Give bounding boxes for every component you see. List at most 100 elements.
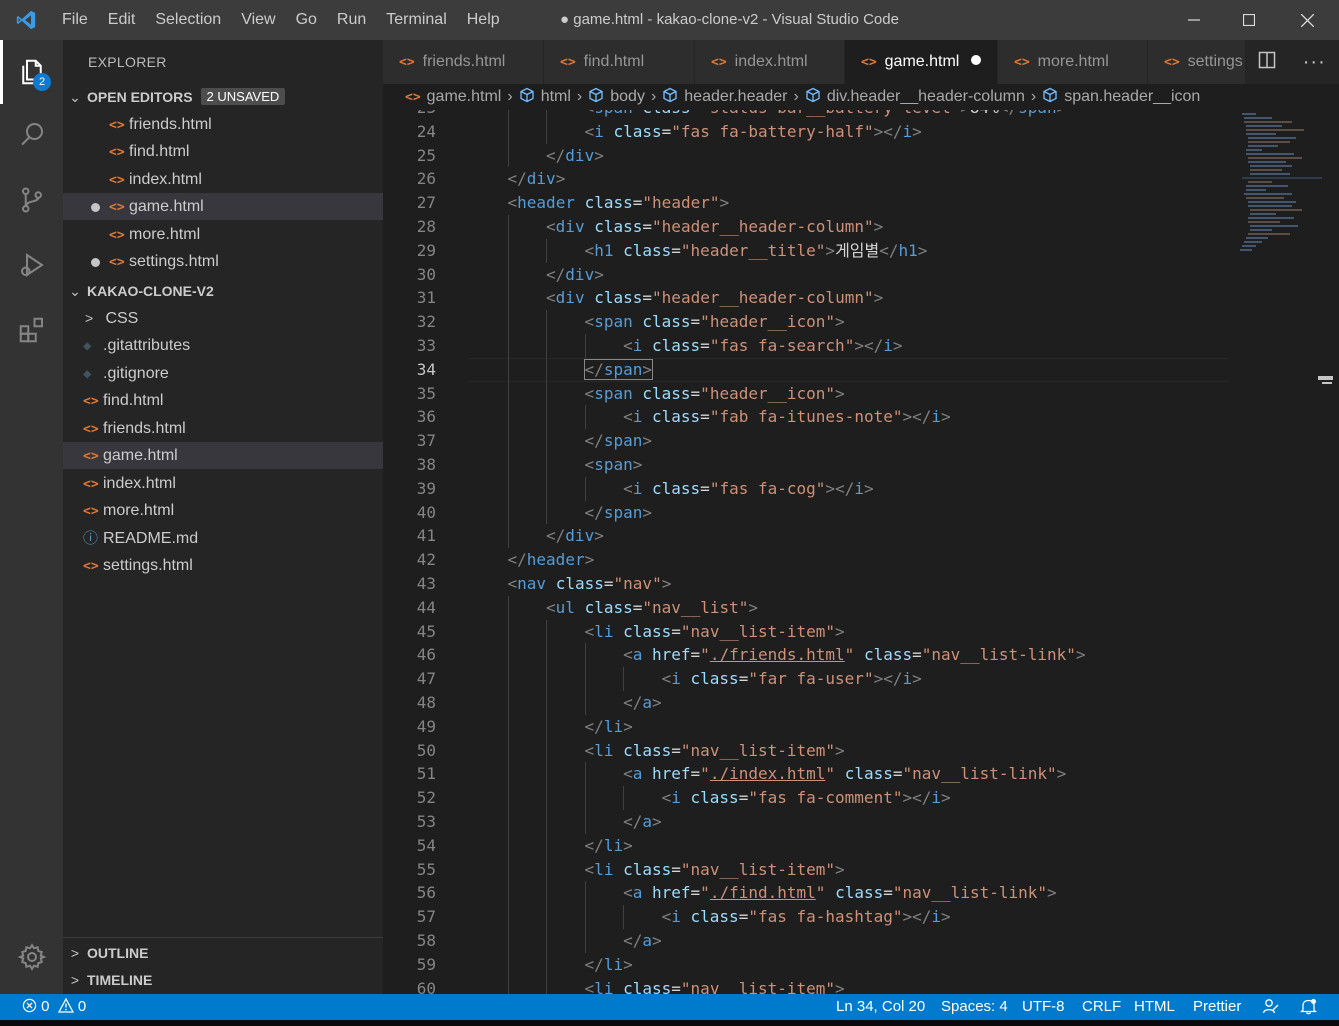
code-text[interactable]: <a href="./find.html" class="nav__list-l… (623, 881, 1057, 905)
run-debug-icon[interactable] (0, 235, 63, 295)
code-text[interactable]: <span class="status-bar__battery-level">… (585, 110, 1067, 120)
split-editor-icon[interactable] (1258, 51, 1276, 74)
breadcrumb-item[interactable]: header.header (662, 84, 787, 110)
code-text[interactable]: </div> (546, 144, 604, 168)
code-text[interactable]: </header> (508, 548, 595, 572)
source-control-icon[interactable] (0, 170, 63, 230)
code-text[interactable]: </span> (585, 429, 652, 453)
minimap[interactable] (1232, 110, 1322, 260)
code-text[interactable]: <nav class="nav"> (508, 572, 672, 596)
menu-file[interactable]: File (52, 0, 98, 40)
code-text[interactable]: <div class="header__header-column"> (546, 286, 883, 310)
scrollbar-cursor-marker[interactable] (1318, 376, 1333, 380)
open-editor-item[interactable]: <> friends.html (63, 111, 383, 138)
code-text[interactable]: <li class="nav__list-item"> (585, 977, 845, 994)
code-text[interactable]: <li class="nav__list-item"> (585, 739, 845, 763)
menu-help[interactable]: Help (457, 0, 510, 40)
code-text[interactable]: </a> (623, 929, 662, 953)
maximize-icon[interactable] (1220, 0, 1278, 40)
menu-run[interactable]: Run (327, 0, 376, 40)
code-text[interactable]: <a href="./index.html" class="nav__list-… (623, 762, 1066, 786)
breadcrumb-item[interactable]: span.header__icon (1042, 84, 1200, 110)
gear-icon[interactable] (0, 927, 63, 987)
tab-friends[interactable]: <> friends.html (383, 40, 544, 84)
code-text[interactable]: </li> (585, 953, 633, 977)
code-text[interactable]: <i class="fas fa-battery-half"></i> (585, 120, 922, 144)
file-item[interactable]: ◆ .gitignore (63, 360, 383, 387)
line-ending[interactable]: CRLF (1082, 994, 1121, 1020)
unsaved-dot-icon[interactable] (91, 258, 100, 267)
encoding[interactable]: UTF-8 (1022, 994, 1065, 1020)
indentation[interactable]: Spaces: 4 (941, 994, 1008, 1020)
cursor-position[interactable]: Ln 34, Col 20 (836, 994, 925, 1020)
code-text[interactable]: <i class="fas fa-hashtag"></i> (662, 905, 951, 929)
open-editor-item[interactable]: <> settings.html (63, 248, 383, 275)
scrollbar-cursor-marker[interactable] (1322, 382, 1332, 384)
code-text[interactable]: <ul class="nav__list"> (546, 596, 758, 620)
file-item[interactable]: <> settings.html (63, 552, 383, 579)
code-text[interactable]: </div> (508, 167, 566, 191)
code-text[interactable]: </span> (583, 358, 653, 382)
menu-terminal[interactable]: Terminal (376, 0, 456, 40)
code-text[interactable]: </li> (585, 834, 633, 858)
menu-edit[interactable]: Edit (98, 0, 146, 40)
code-text[interactable]: <div class="header__header-column"> (546, 215, 883, 239)
extensions-icon[interactable] (0, 300, 63, 360)
tab-more[interactable]: <> more.html (998, 40, 1148, 84)
breadcrumb-item[interactable]: body (588, 84, 645, 110)
code-text[interactable]: </a> (623, 810, 662, 834)
code-text[interactable]: <i class="fas fa-comment"></i> (662, 786, 951, 810)
outline-header[interactable]: > OUTLINE (63, 940, 383, 966)
language-mode[interactable]: HTML (1134, 994, 1175, 1020)
open-editor-item[interactable]: <> more.html (63, 221, 383, 248)
file-item[interactable]: <> index.html (63, 470, 383, 497)
open-editors-header[interactable]: ⌄ OPEN EDITORS 2 UNSAVED (63, 84, 383, 110)
unsaved-dot-icon[interactable] (971, 55, 982, 65)
code-text[interactable]: <h1 class="header__title">게임별</h1> (585, 239, 928, 263)
file-item[interactable]: ⓘ README.md (63, 525, 383, 552)
code-text[interactable]: <i class="fas fa-search"></i> (623, 334, 902, 358)
code-text[interactable]: <span class="header__icon"> (585, 310, 845, 334)
problems-indicator[interactable]: 0 0 (22, 994, 86, 1020)
breadcrumb-item[interactable]: div.header__header-column (805, 84, 1025, 110)
open-editor-item[interactable]: <> index.html (63, 166, 383, 193)
tab-index[interactable]: <> index.html (695, 40, 845, 84)
breadcrumb-item[interactable]: html (519, 84, 571, 110)
code-text[interactable]: <a href="./friends.html" class="nav__lis… (623, 643, 1085, 667)
code-editor[interactable]: 23 <span class="status-bar__battery-level… (383, 110, 1339, 994)
code-text[interactable]: </span> (585, 501, 652, 525)
file-item[interactable]: ◆ .gitattributes (63, 332, 383, 359)
breadcrumb-item[interactable]: <> game.html (405, 84, 501, 110)
file-item[interactable]: <> game.html (63, 442, 383, 469)
code-text[interactable]: <i class="fas fa-cog"></i> (623, 477, 874, 501)
code-text[interactable]: <span> (585, 453, 643, 477)
code-text[interactable]: <span class="header__icon"> (585, 382, 845, 406)
file-item[interactable]: <> friends.html (63, 415, 383, 442)
code-text[interactable]: <li class="nav__list-item"> (585, 858, 845, 882)
minimize-icon[interactable] (1165, 0, 1223, 40)
code-text[interactable]: <i class="fab fa-itunes-note"></i> (623, 405, 951, 429)
code-text[interactable]: <li class="nav__list-item"> (585, 620, 845, 644)
menu-selection[interactable]: Selection (145, 0, 231, 40)
tab-game[interactable]: <> game.html (845, 40, 998, 84)
files-icon[interactable] (0, 42, 63, 102)
open-editor-item[interactable]: <> game.html (63, 193, 383, 220)
timeline-header[interactable]: > TIMELINE (63, 967, 383, 993)
menu-go[interactable]: Go (286, 0, 327, 40)
search-icon[interactable] (0, 104, 63, 164)
open-editor-item[interactable]: <> find.html (63, 138, 383, 165)
project-header[interactable]: ⌄ KAKAO-CLONE-V2 (63, 278, 383, 304)
code-text[interactable]: <i class="far fa-user"></i> (662, 667, 922, 691)
file-item[interactable]: <> more.html (63, 497, 383, 524)
formatter[interactable]: Prettier (1193, 994, 1241, 1020)
unsaved-dot-icon[interactable] (91, 203, 100, 212)
code-text[interactable]: <header class="header"> (508, 191, 730, 215)
code-text[interactable]: </div> (546, 263, 604, 287)
menu-view[interactable]: View (231, 0, 285, 40)
code-text[interactable]: </a> (623, 691, 662, 715)
code-text[interactable]: </div> (546, 524, 604, 548)
code-text[interactable]: </li> (585, 715, 633, 739)
close-icon[interactable] (1278, 0, 1336, 40)
folder-item[interactable]: > CSS (63, 305, 383, 332)
more-actions-icon[interactable]: ··· (1303, 51, 1326, 74)
